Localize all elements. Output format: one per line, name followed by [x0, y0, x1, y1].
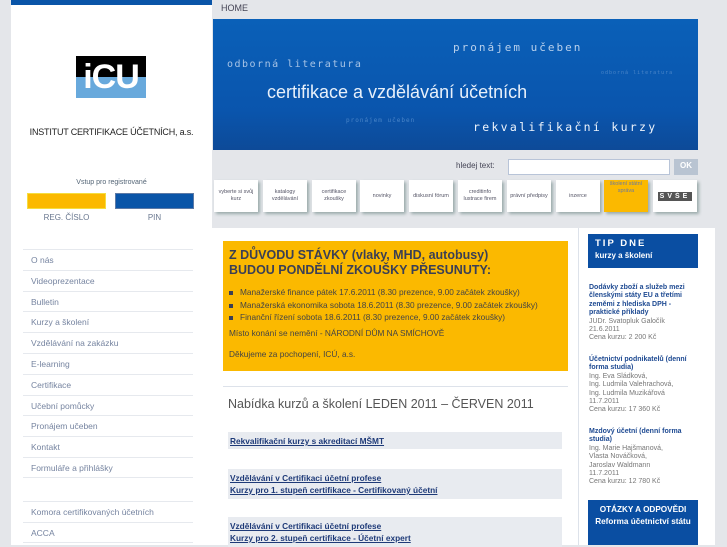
tile-state-training[interactable]: školení státní správa: [604, 180, 648, 212]
search-label: hledej text:: [456, 161, 495, 170]
banner-text: rekvalifikační kurzy: [473, 120, 658, 134]
menu-item[interactable]: Videoprezentace: [23, 269, 193, 291]
top-bar: [11, 0, 212, 5]
course-date: 11.7.2011: [589, 398, 620, 406]
menu-item[interactable]: Učební pomůcky: [23, 394, 193, 416]
notice-item: Manažerské finance pátek 17.6.2011 (8.30…: [229, 286, 562, 299]
tile-forum[interactable]: diskusní fórum: [409, 180, 453, 212]
divider: [578, 228, 579, 545]
offer-box: Vzdělávání v Certifikaci účetní profese K…: [228, 517, 562, 547]
course-price: Cena kurzu: 2 200 Kč: [589, 334, 657, 342]
qa-box[interactable]: OTÁZKY A ODPOVĚDI Reforma účetnictví stá…: [588, 500, 698, 545]
offer-link[interactable]: Kurzy pro 2. stupeň certifikace - Účetní…: [230, 532, 560, 544]
reg-number-label: REG. ČÍSLO: [43, 213, 90, 222]
course-price: Cena kurzu: 12 780 Kč: [589, 478, 661, 486]
course-date: 11.7.2011: [589, 470, 620, 478]
tile-legal[interactable]: právní předpisy: [507, 180, 551, 212]
banner-text: pronájem učeben: [453, 41, 583, 54]
tip-subtitle: kurzy a školení: [595, 251, 653, 260]
course-price: Cena kurzu: 17 360 Kč: [589, 406, 661, 414]
course-item[interactable]: Dodávky zboží a služeb mezi členskými st…: [589, 284, 701, 343]
notice-place: Místo konání se nemění - NÁRODNÍ DŮM NA …: [229, 327, 445, 338]
course-item[interactable]: Účetnictví podnikatelů (denní forma stud…: [589, 356, 701, 415]
menu-item[interactable]: Kontakt: [23, 436, 193, 457]
banner-text: odborná literatura: [601, 70, 674, 76]
svse-logo: SVŠE: [657, 191, 693, 201]
course-lecturer: JUDr. Svatopluk Galočík: [589, 317, 665, 325]
course-lecturer: Vlasta Nováčková,: [589, 453, 647, 461]
offer-title: Nabídka kurzů a školení LEDEN 2011 – ČER…: [228, 397, 534, 411]
divider: [223, 386, 568, 387]
course-lecturer: Ing. Ludmila Muzikářová: [589, 389, 665, 397]
menu-item[interactable]: Vzdělávání na zakázku: [23, 332, 193, 353]
main-menu: O nás Videoprezentace Bulletin Kurzy a š…: [23, 249, 193, 478]
tile-news[interactable]: novinky: [360, 180, 404, 212]
notice-item: Manažerská ekonomika sobota 18.6.2011 (8…: [229, 299, 562, 312]
tile-ads[interactable]: inzerce: [556, 180, 600, 212]
offer-link[interactable]: Kurzy pro 1. stupeň certifikace - Certif…: [230, 484, 560, 496]
pin-label: PIN: [147, 213, 162, 222]
course-lecturer: Ing. Ludmila Valehrachová,: [589, 381, 674, 389]
offer-link[interactable]: Vzdělávání v Certifikaci účetní profese: [230, 472, 560, 484]
tile-choose-course[interactable]: vyberte si svůj kurz: [214, 180, 258, 212]
course-item[interactable]: Mzdový účetní (denní forma studia) Ing. …: [589, 428, 701, 487]
menu-item[interactable]: O nás: [23, 249, 193, 270]
menu-item[interactable]: ACCA: [23, 521, 193, 543]
qa-subtitle: Reforma účetnictví státu: [595, 517, 691, 526]
strike-notice: Z DŮVODU STÁVKY (vlaky, MHD, autobusy) B…: [223, 241, 568, 371]
course-title[interactable]: Účetnictví podnikatelů (denní forma stud…: [589, 356, 701, 373]
course-lecturer: Ing. Eva Sládková,: [589, 372, 648, 380]
left-column: iCU INSTITUT CERTIFIKACE ÚČETNÍCH, a.s. …: [11, 0, 212, 545]
notice-item: Finanční řízení sobota 18.6.2011 (8.30 p…: [229, 311, 562, 324]
menu-item[interactable]: Kurzy a školení: [23, 311, 193, 332]
banner-text: odborná literatura: [227, 59, 363, 70]
menu-item[interactable]: Pronájem učeben: [23, 415, 193, 436]
logo-text: iCU: [83, 58, 140, 96]
offer-box: Rekvalifikační kurzy s akreditací MŠMT: [228, 432, 562, 449]
notice-thanks: Děkujeme za pochopení, ICÚ, a.s.: [229, 348, 356, 359]
breadcrumb[interactable]: HOME: [221, 3, 248, 13]
notice-heading: Z DŮVODU STÁVKY (vlaky, MHD, autobusy): [229, 248, 489, 262]
banner-text: pronájem učeben: [346, 117, 416, 124]
course-lecturer: Jaroslav Waldmann: [589, 461, 651, 469]
course-title[interactable]: Dodávky zboží a služeb mezi členskými st…: [589, 284, 701, 318]
notice-heading: BUDOU PONDĚLNÍ ZKOUŠKY PŘESUNUTY:: [229, 263, 492, 277]
course-title[interactable]: Mzdový účetní (denní forma studia): [589, 428, 701, 445]
search-ok-button[interactable]: OK: [674, 159, 698, 175]
menu-item[interactable]: Bulletin: [23, 290, 193, 312]
menu-item[interactable]: Certifikace: [23, 373, 193, 395]
institute-name: INSTITUT CERTIFIKACE ÚČETNÍCH, a.s.: [29, 127, 194, 137]
tip-of-day[interactable]: TIP DNE kurzy a školení: [588, 234, 698, 268]
menu-item[interactable]: Formuláře a přihlášky: [23, 456, 193, 478]
icu-logo[interactable]: iCU: [76, 56, 146, 98]
tile-svse[interactable]: SVŠE: [653, 180, 697, 212]
pin-input[interactable]: [115, 193, 194, 209]
search-input[interactable]: [508, 159, 670, 175]
tip-title: TIP DNE: [595, 238, 647, 249]
tile-creditinfo[interactable]: creditinfo lustrace firem: [458, 180, 502, 212]
reg-number-input[interactable]: [27, 193, 106, 209]
login-title: Vstup pro registrované: [76, 179, 147, 186]
offer-link[interactable]: Vzdělávání v Certifikaci účetní profese: [230, 520, 560, 532]
menu-item[interactable]: Komora certifikovaných účetních: [23, 501, 193, 522]
banner-headline: certifikace a vzdělávání účetních: [267, 82, 528, 102]
header-banner: pronájem učeben odborná literatura odbor…: [213, 19, 698, 150]
offer-box: Vzdělávání v Certifikaci účetní profese K…: [228, 469, 562, 499]
menu-item[interactable]: E-learning: [23, 352, 193, 374]
offer-link[interactable]: Rekvalifikační kurzy s akreditací MŠMT: [230, 435, 560, 447]
tile-certification[interactable]: certifikace zkoušky: [312, 180, 356, 212]
qa-title: OTÁZKY A ODPOVĚDI: [599, 505, 687, 514]
tile-catalogs[interactable]: katalogy vzdělávání: [263, 180, 307, 212]
course-lecturer: Ing. Marie Hajšmanová,: [589, 444, 663, 452]
secondary-menu: Komora certifikovaných účetních ACCA: [23, 501, 193, 543]
course-date: 21.6.2011: [589, 326, 620, 334]
